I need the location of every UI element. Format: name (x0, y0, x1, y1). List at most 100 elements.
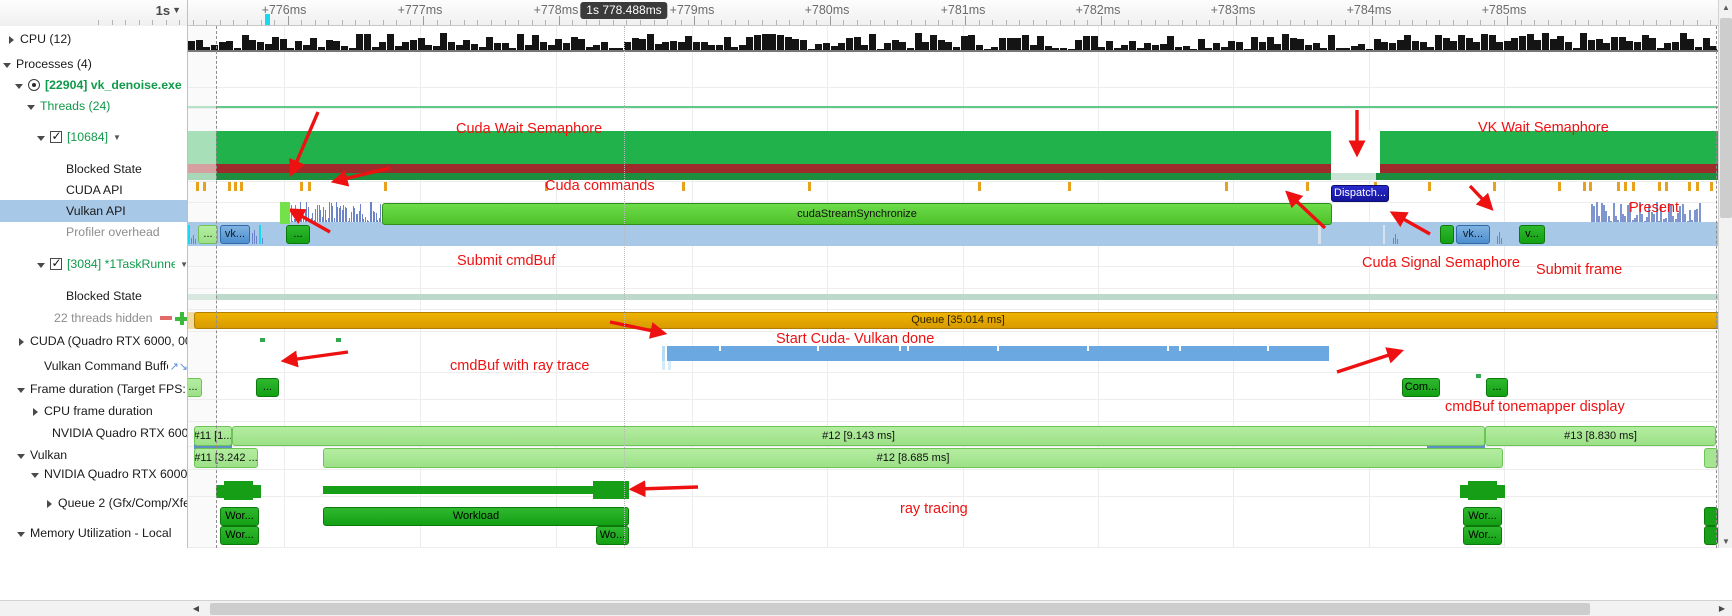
ruler-tick (1019, 20, 1020, 25)
ruler-tick-label: +780ms (804, 3, 850, 17)
minus-icon[interactable] (160, 316, 172, 320)
scroll-down-icon[interactable]: ▼ (1719, 534, 1732, 548)
ruler-tick (925, 20, 926, 25)
ruler-tick-label: +779ms (669, 3, 715, 17)
ruler-tick (532, 20, 533, 25)
ruler-tick (1141, 20, 1142, 25)
chevron-right-icon[interactable] (30, 406, 41, 417)
plus-icon[interactable] (175, 311, 187, 325)
resize-link-icon[interactable]: ↗↘ (170, 360, 187, 373)
thread-checkbox[interactable] (50, 129, 62, 143)
thread-options-chevron-icon[interactable]: ▼ (113, 133, 121, 142)
cursor-marker[interactable] (624, 26, 625, 548)
tree-row-queue-2[interactable]: Queue 2 (Gfx/Comp/Xfer) (0, 492, 187, 514)
tree-row-blocked-state-2[interactable]: Blocked State (0, 285, 187, 307)
ruler-tick-marks (98, 16, 1718, 26)
ruler-tick (1385, 20, 1386, 25)
ruler-tick (125, 20, 126, 25)
thread-checkbox[interactable] (50, 256, 62, 270)
tree-row-vulkan-api[interactable]: Vulkan API (0, 200, 187, 222)
ruler-tick (166, 20, 167, 25)
show-hide-threads-control[interactable] (160, 311, 187, 325)
ruler-tick (464, 20, 465, 25)
chevron-down-icon[interactable] (16, 384, 27, 395)
ruler-tick (694, 16, 695, 25)
tree-row-thread-3084[interactable]: [3084] *1TaskRunner ▼ (0, 253, 187, 275)
tree-row-frame-duration[interactable]: Frame duration (Target FPS: 60 H (0, 378, 187, 400)
ruler-tick (545, 20, 546, 25)
tree-row-threads[interactable]: Threads (24) (0, 95, 187, 117)
chevron-down-icon[interactable] (16, 528, 27, 539)
tree-row-label: Profiler overhead (66, 225, 160, 239)
ruler-tick (1223, 20, 1224, 25)
ruler-tick (355, 20, 356, 25)
ruler-tick (979, 20, 980, 25)
ruler-tick (1602, 20, 1603, 25)
vertical-scroll-thumb[interactable] (1720, 18, 1732, 218)
tree-row-blocked-state-1[interactable]: Blocked State (0, 158, 187, 180)
ruler-tick (288, 16, 289, 25)
ruler-tick (1710, 20, 1711, 25)
chevron-down-icon[interactable] (30, 469, 41, 480)
chevron-down-icon[interactable] (26, 101, 37, 112)
timeline-tree-panel[interactable]: CPU (12) Processes (4) [22904] vk_denoise.… (0, 26, 188, 548)
ruler-tick (613, 20, 614, 25)
ruler-tick (681, 20, 682, 25)
tree-row-profiler-overhead[interactable]: Profiler overhead (0, 221, 187, 243)
chevron-right-icon[interactable] (16, 336, 27, 347)
tree-row-label: Threads (24) (40, 99, 111, 113)
spacer-icon (38, 428, 49, 439)
vertical-scrollbar[interactable]: ▲ ▼ (1718, 0, 1732, 548)
ruler-tick (1683, 20, 1684, 25)
tree-row-cpu[interactable]: CPU (12) (0, 28, 187, 50)
tree-row-gpu-quadro-1[interactable]: NVIDIA Quadro RTX 6000 (0, 422, 187, 444)
tree-row-cpu-frame-duration[interactable]: CPU frame duration (0, 400, 187, 422)
ruler-tick (1196, 20, 1197, 25)
tree-row-label: CPU frame duration (44, 404, 153, 418)
tree-row-cuda-device[interactable]: CUDA (Quadro RTX 6000, 0000:0 (0, 330, 187, 352)
ruler-tick (233, 20, 234, 25)
tree-row-gpu-quadro-2[interactable]: NVIDIA Quadro RTX 6000 (0, 463, 187, 485)
tree-row-threads-hidden[interactable]: 22 threads hidden... (0, 307, 187, 329)
tree-row-memory-util[interactable]: Memory Utilization - Local (0, 522, 187, 544)
horizontal-scrollbar[interactable]: ◀ ▶ (0, 600, 1732, 616)
chevron-down-icon[interactable] (16, 450, 27, 461)
ruler-tick (1358, 20, 1359, 25)
tree-row-process-vk[interactable]: [22904] vk_denoise.exe (0, 74, 187, 96)
chevron-right-icon[interactable] (6, 34, 17, 45)
tree-row-vk-cmd-buffers[interactable]: Vulkan Command Buffers Crea↗↘ (0, 355, 187, 377)
tree-row-thread-10684[interactable]: [10684] ▼ (0, 126, 187, 148)
ruler-tick (369, 20, 370, 25)
ruler-tick (626, 20, 627, 25)
chevron-right-icon[interactable] (44, 498, 55, 509)
timeline-canvas[interactable]: cudaStreamSynchronize Dispatch... Queue [3… (188, 26, 1718, 548)
horizontal-scroll-thumb[interactable] (210, 603, 1590, 615)
ruler-tick (1317, 20, 1318, 25)
thread-options-chevron-icon[interactable]: ▼ (180, 260, 187, 269)
ruler-tick (938, 20, 939, 25)
ruler-tick (274, 20, 275, 25)
ruler-tick (383, 20, 384, 25)
process-radio-icon[interactable] (28, 79, 40, 91)
ruler-tick (423, 16, 424, 25)
arrow-submit-frame (1389, 211, 1431, 236)
ruler-tick (1128, 20, 1129, 25)
ruler-tick (843, 20, 844, 25)
range-start-marker[interactable] (216, 26, 217, 548)
ruler-tick (762, 20, 763, 25)
ruler-tick (1277, 20, 1278, 25)
scroll-up-icon[interactable]: ▲ (1719, 0, 1732, 14)
scroll-left-icon[interactable]: ◀ (188, 601, 204, 616)
chevron-down-icon[interactable] (14, 80, 25, 91)
cuda-wait-semaphore-block[interactable] (280, 202, 290, 224)
tree-row-label: CUDA (Quadro RTX 6000, 0000:0 (30, 334, 187, 348)
timescale-selector[interactable]: 1s ▼ (156, 3, 181, 18)
scroll-right-icon[interactable]: ▶ (1714, 601, 1730, 616)
chevron-down-icon[interactable] (2, 59, 13, 70)
range-end-marker[interactable] (1716, 26, 1717, 548)
chevron-down-icon[interactable] (36, 259, 47, 270)
tree-row-cuda-api[interactable]: CUDA API (0, 179, 187, 201)
chevron-down-icon[interactable] (36, 132, 47, 143)
timeline-ruler[interactable]: 1s ▼ +776ms +777ms +778ms +779ms +780ms +781ms… (0, 0, 1732, 26)
tree-row-processes[interactable]: Processes (4) (0, 53, 187, 75)
